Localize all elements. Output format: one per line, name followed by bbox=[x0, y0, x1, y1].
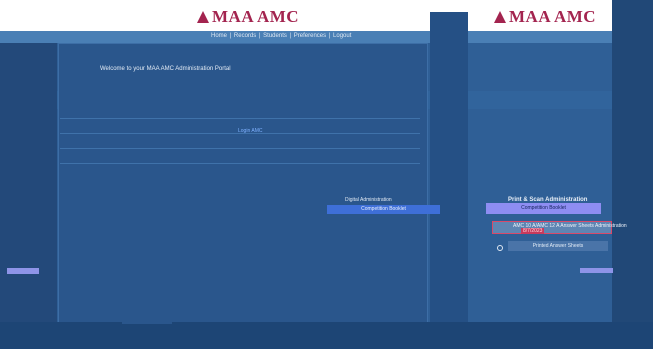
notice-link-amc[interactable]: AMC bbox=[251, 128, 262, 134]
digital-admin-title: Digital Administration bbox=[345, 197, 392, 203]
logo-text: MAA AMC bbox=[212, 7, 300, 26]
main-panel bbox=[58, 43, 428, 325]
right-rail bbox=[612, 0, 653, 349]
left-highlight-bar bbox=[7, 268, 39, 274]
right-highlight-bar bbox=[580, 268, 613, 273]
printed-answer-sheets-button[interactable]: Printed Answer Sheets bbox=[508, 241, 608, 251]
competition-booklet-button[interactable]: Competition Booklet bbox=[486, 203, 601, 214]
maa-amc-logo[interactable]: MAA AMC bbox=[197, 7, 299, 27]
nav-home[interactable]: Home bbox=[210, 33, 228, 39]
center-divider bbox=[430, 12, 468, 322]
header-bar: MAA AMC MAA AMC bbox=[0, 0, 653, 31]
welcome-title: Welcome to your MAA AMC Administration P… bbox=[100, 66, 231, 72]
printed-sheets-radio[interactable] bbox=[497, 245, 503, 251]
digital-booklet-button[interactable]: Competition Booklet bbox=[327, 205, 440, 214]
left-rail bbox=[0, 43, 57, 333]
notice-text: Login AMC bbox=[238, 128, 262, 134]
nav-students[interactable]: Students bbox=[262, 33, 288, 39]
row-divider bbox=[60, 148, 420, 149]
logo-text-secondary: MAA AMC bbox=[509, 7, 597, 26]
answer-sheet-option[interactable]: AMC 10 A/AMC 12 A Answer Sheets Administ… bbox=[492, 221, 627, 234]
maa-logo-icon bbox=[494, 11, 506, 23]
row-divider bbox=[60, 118, 420, 119]
answer-option-date: 8/7/2023 bbox=[521, 228, 545, 234]
maa-amc-logo-secondary: MAA AMC bbox=[494, 7, 596, 27]
footer-bar bbox=[0, 322, 653, 349]
nav-logout[interactable]: Logout bbox=[332, 33, 352, 39]
maa-logo-icon bbox=[197, 11, 209, 23]
nav-preferences[interactable]: Preferences bbox=[293, 33, 327, 39]
row-divider bbox=[60, 163, 420, 164]
notice-link-login[interactable]: Login bbox=[238, 128, 250, 134]
content-rows bbox=[60, 118, 420, 178]
nav-records[interactable]: Records bbox=[233, 33, 257, 39]
top-nav: Home | Records | Students | Preferences … bbox=[210, 33, 352, 39]
footer-tab bbox=[122, 317, 172, 324]
